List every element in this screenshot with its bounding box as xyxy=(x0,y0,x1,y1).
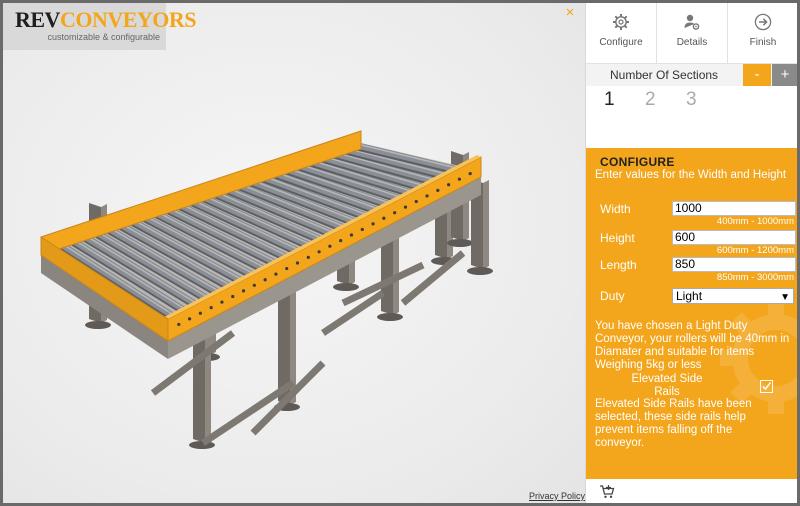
rail-bolt-22 xyxy=(403,205,408,209)
section-tab-2[interactable]: 2 xyxy=(645,89,656,111)
rail-bolt-7 xyxy=(241,289,246,293)
checkmark-icon xyxy=(762,382,772,391)
duty-label: Duty xyxy=(600,289,625,303)
rail-bolt-21 xyxy=(393,211,397,215)
section-tab-3[interactable]: 3 xyxy=(686,89,697,111)
conveyor-model[interactable] xyxy=(3,3,585,503)
rail-bolt-18 xyxy=(360,227,364,232)
brand-logo: REVCONVEYORS customizable & configurable xyxy=(3,3,197,50)
nav-finish-label: Finish xyxy=(749,37,777,48)
rail-bolt-10 xyxy=(274,272,278,276)
app-window: REVCONVEYORS customizable & configurable… xyxy=(3,3,797,503)
rail-bolt-4 xyxy=(209,306,213,310)
rail-bolt-23 xyxy=(414,199,418,204)
rail-bolt-20 xyxy=(382,216,386,220)
configure-instructions: Enter values for the Width and Height xyxy=(595,169,787,181)
width-range: 400mm - 1000mm xyxy=(716,216,794,227)
elevated-rails-label: Elevated Side Rails xyxy=(631,373,703,398)
sections-label: Number Of Sections xyxy=(610,68,719,82)
rail-bolt-3 xyxy=(198,311,202,315)
rail-bolt-19 xyxy=(371,222,375,226)
nav-details-label: Details xyxy=(676,37,708,48)
nav-configure-label: Configure xyxy=(599,37,643,48)
rail-bolt-9 xyxy=(263,278,267,282)
config-panel: Configure Details Finish Number Of Secti… xyxy=(585,3,797,503)
chevron-down-icon: ▼ xyxy=(780,292,790,303)
brand-tagline: customizable & configurable xyxy=(47,32,160,42)
elevated-rails-message: Elevated Side Rails have been selected, … xyxy=(595,398,752,449)
width-label: Width xyxy=(600,202,631,216)
duty-select[interactable]: Light ▼ xyxy=(672,288,794,304)
length-range: 850mm - 3000mm xyxy=(716,272,794,283)
gear-icon xyxy=(613,14,629,30)
rail-bolt-1 xyxy=(177,322,181,327)
brand-title: REVCONVEYORS xyxy=(15,7,197,32)
add-to-cart-icon[interactable] xyxy=(599,484,615,499)
brand-title-part2: CONVEYORS xyxy=(59,7,197,32)
rail-bolt-25 xyxy=(436,188,440,192)
height-label: Height xyxy=(600,231,635,245)
user-gear-icon xyxy=(684,14,700,30)
rail-bolt-28 xyxy=(468,171,472,176)
rail-bolt-12 xyxy=(295,261,300,265)
privacy-policy-link[interactable]: Privacy Policy xyxy=(529,491,585,501)
duty-message: You have chosen a Light Duty Conveyor, y… xyxy=(595,320,790,371)
remove-section-button[interactable]: - xyxy=(743,64,771,86)
rail-bolt-27 xyxy=(457,177,462,181)
rail-bolt-8 xyxy=(252,283,256,287)
nav-details-button[interactable]: Details xyxy=(657,3,728,63)
rail-bolt-13 xyxy=(306,255,310,259)
nav-finish-button[interactable]: Finish xyxy=(728,3,797,63)
height-input[interactable]: 600 xyxy=(672,230,796,245)
nav-configure-button[interactable]: Configure xyxy=(586,3,657,63)
section-tab-1[interactable]: 1 xyxy=(604,89,615,111)
rail-bolt-26 xyxy=(447,183,451,187)
elevated-rails-checkbox[interactable] xyxy=(760,380,773,393)
bottom-bar xyxy=(586,479,797,503)
length-label: Length xyxy=(600,258,637,272)
configure-section: CONFIGURE Enter values for the Width and… xyxy=(586,148,797,479)
length-input[interactable]: 850 xyxy=(672,257,796,272)
section-tabs: 1 2 3 xyxy=(586,87,797,113)
rail-bolt-17 xyxy=(349,233,354,237)
rail-bolt-14 xyxy=(317,250,321,254)
arrow-circle-right-icon xyxy=(754,13,772,31)
configure-title: CONFIGURE xyxy=(600,155,675,169)
rail-bolt-2 xyxy=(187,317,192,321)
brace-2 xyxy=(201,380,295,446)
rail-bolt-11 xyxy=(285,266,289,271)
rail-bolt-6 xyxy=(231,294,235,299)
rail-bolt-24 xyxy=(425,194,429,198)
width-input[interactable]: 1000 xyxy=(672,201,796,216)
duty-selected-value: Light xyxy=(676,289,703,303)
brand-title-part1: REV xyxy=(15,7,60,32)
add-section-button[interactable]: + xyxy=(772,64,797,86)
rail-bolt-5 xyxy=(220,300,224,304)
close-icon[interactable]: × xyxy=(563,5,577,20)
height-range: 600mm - 1200mm xyxy=(716,245,794,256)
3d-viewer[interactable]: REVCONVEYORS customizable & configurable… xyxy=(3,3,585,503)
top-nav: Configure Details Finish xyxy=(586,3,797,64)
rail-bolt-15 xyxy=(328,244,332,248)
rail-bolt-16 xyxy=(339,239,343,243)
sections-bar: Number Of Sections - + xyxy=(586,64,797,86)
